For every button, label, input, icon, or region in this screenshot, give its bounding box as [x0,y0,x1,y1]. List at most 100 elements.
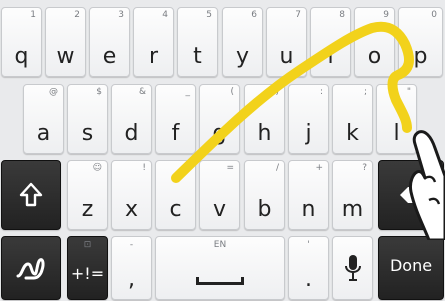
key-v[interactable]: = v [199,160,240,230]
spacebar-icon [196,277,244,285]
key-w[interactable]: 2 w [45,7,86,77]
key-label: a [36,121,51,146]
language-indicator: EN [213,240,227,250]
key-e[interactable]: 3 e [89,7,130,77]
key-label: r [148,44,159,69]
key-hint: + [315,163,323,173]
key-b[interactable]: / b [244,160,285,230]
key-q[interactable]: 1 q [1,7,42,77]
key-hint: 9 [383,10,389,20]
key-hint: ☺ [92,163,102,173]
key-p[interactable]: 0 p [398,7,443,77]
key-hint: " [406,87,411,97]
key-hint: - [129,240,134,250]
key-label: x [124,197,139,222]
swype-key[interactable] [1,236,61,300]
key-label: u [279,44,294,69]
key-label: y [235,44,250,69]
key-label: d [124,121,139,146]
key-m[interactable]: ? m [332,160,373,230]
comma-key[interactable]: - , [111,236,152,300]
key-y[interactable]: 6 y [222,7,263,77]
key-label: w [56,44,75,69]
key-label: c [169,197,182,222]
key-hint: _ [185,87,191,97]
key-hint: ) [275,87,279,97]
key-t[interactable]: 5 t [177,7,218,77]
swype-logo-icon [2,237,60,299]
key-x[interactable]: ! x [111,160,152,230]
key-hint: ! [142,163,146,173]
key-hint: @ [49,87,58,97]
key-h[interactable]: ) h [244,84,285,154]
key-hint: ? [362,163,367,173]
key-j[interactable]: : j [288,84,329,154]
key-label: m [341,197,364,222]
key-hint: 2 [74,10,80,20]
key-hint: 7 [295,10,301,20]
key-hint: 5 [206,10,212,20]
key-hint: ' [307,240,310,250]
key-hint: # [182,163,190,173]
key-i[interactable]: 8 i [310,7,351,77]
key-d[interactable]: & d [111,84,152,154]
key-label: o [367,44,382,69]
key-hint: 3 [118,10,124,20]
key-o[interactable]: 9 o [354,7,395,77]
key-label: k [346,121,359,146]
key-f[interactable]: _ f [155,84,196,154]
key-hint: / [275,163,279,173]
key-label: h [257,121,272,146]
backspace-icon [379,161,443,229]
key-label: j [305,121,312,146]
symbols-hint: ⊡ [83,240,92,250]
key-label: t [193,44,202,69]
key-label: z [81,197,94,222]
key-label: q [14,44,29,69]
key-label: f [171,121,180,146]
key-hint: 8 [339,10,345,20]
key-label: g [212,121,227,146]
key-label: . [305,267,312,292]
key-hint: & [138,87,146,97]
key-label: v [212,197,227,222]
symbols-key[interactable]: ⊡ +!= [67,236,108,300]
key-hint: 6 [251,10,257,20]
key-label: s [81,121,94,146]
key-n[interactable]: + n [288,160,329,230]
key-u[interactable]: 7 u [266,7,307,77]
key-hint: 4 [162,10,168,20]
key-hint: ; [363,87,367,97]
key-hint: = [226,163,234,173]
key-g[interactable]: ( g [199,84,240,154]
shift-arrow-icon [2,161,60,229]
key-s[interactable]: $ s [67,84,108,154]
done-key[interactable]: Done [378,236,444,300]
key-label: n [301,197,316,222]
key-hint: : [319,87,323,97]
key-hint: 0 [431,10,437,20]
key-label: l [393,121,400,146]
key-l[interactable]: " l [376,84,417,154]
key-a[interactable]: @ a [23,84,64,154]
symbols-label: +!= [70,264,105,283]
microphone-key[interactable] [332,236,373,300]
backspace-key[interactable] [378,160,444,230]
key-hint: ( [230,87,234,97]
key-label: p [413,44,428,69]
key-r[interactable]: 4 r [133,7,174,77]
key-c[interactable]: # c [155,160,196,230]
key-label: b [257,197,272,222]
space-key[interactable]: EN [155,236,285,300]
key-label: , [128,267,135,292]
shift-key[interactable] [1,160,61,230]
key-z[interactable]: ☺ z [67,160,108,230]
key-k[interactable]: ; k [332,84,373,154]
keyboard: 1 q 2 w 3 e 4 r 5 t 6 y 7 u 8 i 9 o 0 p … [0,0,445,301]
key-label: e [102,44,117,69]
key-hint: $ [96,87,102,97]
microphone-icon [333,237,372,299]
done-label: Done [389,256,433,275]
period-key[interactable]: ' . [288,236,329,300]
key-hint: 1 [30,10,36,20]
